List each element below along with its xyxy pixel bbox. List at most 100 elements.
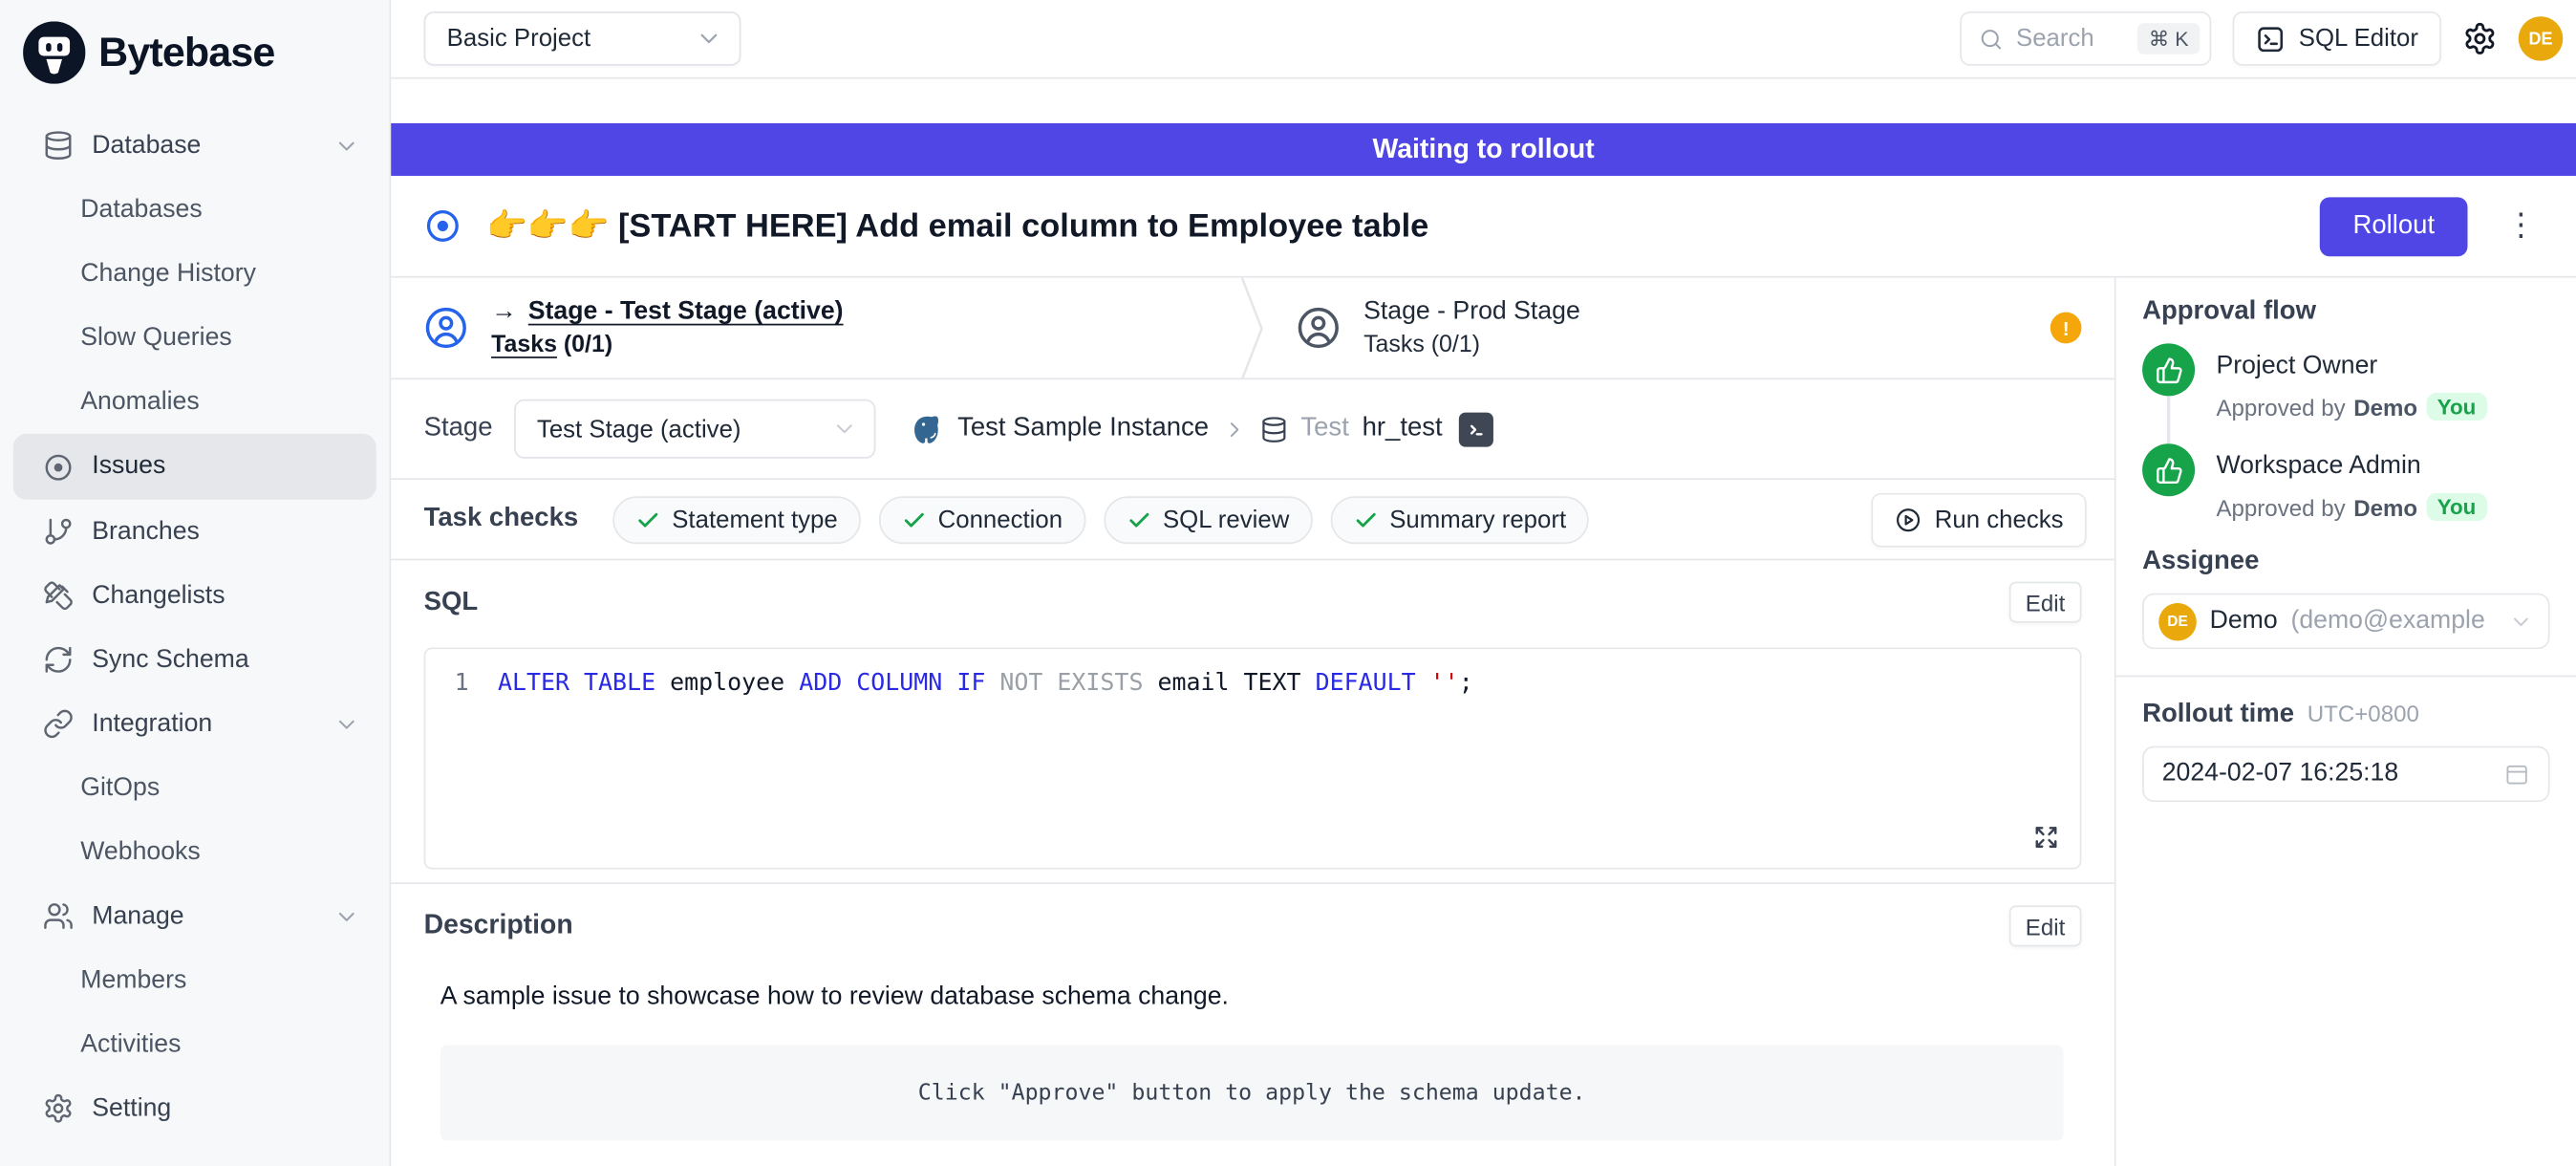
project-select[interactable]: Basic Project [424,11,741,66]
sidebar-item-anomalies[interactable]: Anomalies [0,370,389,434]
stage-tasks-count: Tasks (0/1) [1363,332,1480,358]
stage-title: Stage - Test Stage (active) [528,297,844,327]
stage-flow: → Stage - Test Stage (active) Tasks (0/1… [391,278,2114,380]
description-text: A sample issue to showcase how to review… [440,982,2082,1012]
current-stage-arrow: → [491,297,517,327]
rollout-time-input[interactable]: 2024-02-07 16:25:18 [2142,746,2549,802]
stage-separator [1240,278,1263,380]
sql-statement: ALTER TABLE employee ADD COLUMN IF NOT E… [498,671,1473,698]
line-number: 1 [425,671,498,698]
postgresql-icon [910,412,944,446]
rollout-time-label: Rollout time [2142,700,2294,729]
sidebar-item-slow-queries[interactable]: Slow Queries [0,306,389,370]
description-edit-button[interactable]: Edit [2009,905,2082,946]
sync-icon [43,644,75,676]
sidebar-item-gitops[interactable]: GitOps [0,756,389,820]
gear-icon [43,1092,75,1124]
sidebar-item-webhooks[interactable]: Webhooks [0,820,389,884]
instance-link[interactable]: Test Sample Instance [957,414,1209,443]
spacer [391,79,2576,123]
warning-icon: ! [2050,313,2082,344]
sidebar-item-sync-schema[interactable]: Sync Schema [0,628,389,692]
sidebar-item-setting[interactable]: Setting [0,1076,389,1140]
assignee-select[interactable]: DE Demo (demo@example [2142,594,2549,649]
stage-selector-row: Stage Test Stage (active) Test Sample In… [391,379,2114,480]
sidebar-item-changelists[interactable]: Changelists [0,564,389,628]
sql-section: SQL Edit 1 ALTER TABLE employee ADD COLU… [391,560,2114,869]
check-summary-report[interactable]: Summary report [1330,495,1589,543]
sql-label: SQL [424,588,479,617]
database-breadcrumb: Test Sample Instance Test hr_test [910,412,1493,446]
check-icon [635,507,660,531]
check-connection[interactable]: Connection [879,495,1085,543]
sql-editor[interactable]: 1 ALTER TABLE employee ADD COLUMN IF NOT… [424,647,2082,869]
bytebase-logo-icon [23,21,85,83]
stage-tasks-link[interactable]: Tasks [491,332,557,358]
sidebar: Bytebase Database Databases Change Histo… [0,0,391,1166]
open-sql-editor-icon[interactable] [1459,412,1493,446]
sidebar-nav: Database Databases Change History Slow Q… [0,100,389,1140]
play-circle-icon [1894,506,1921,533]
sql-edit-button[interactable]: Edit [2009,582,2082,623]
check-icon [1353,507,1378,531]
assignee-name: Demo [2210,606,2278,636]
stage-select-label: Stage [424,414,493,443]
chevron-down-icon [333,903,360,930]
description-code-block: Click "Approve" button to apply the sche… [440,1046,2064,1141]
search-input[interactable] [2016,25,2114,53]
chevron-down-icon [695,25,722,53]
divider [2116,676,2576,678]
approval-role: Project Owner [2216,352,2487,381]
sidebar-item-manage[interactable]: Manage [0,884,389,948]
sql-editor-button[interactable]: SQL Editor [2233,11,2441,66]
approval-flow-title: Approval flow [2142,297,2549,327]
approver-name: Demo [2353,394,2417,421]
chevron-down-icon [333,711,360,738]
pencil-ruler-icon [43,580,75,612]
stage-select[interactable]: Test Stage (active) [514,399,875,459]
stage-title: Stage - Prod Stage [1363,297,1580,327]
user-avatar[interactable]: DE [2519,16,2563,60]
rollout-button[interactable]: Rollout [2320,196,2467,255]
search-icon [1978,26,2005,53]
expand-icon[interactable] [2032,823,2060,851]
issue-title-row: 👉👉👉 [START HERE] Add email column to Emp… [391,176,2576,278]
topbar: Basic Project ⌘ K SQL Editor DE [391,0,2576,79]
check-statement-type[interactable]: Statement type [612,495,860,543]
app-viewport: Bytebase Database Databases Change Histo… [0,0,2576,1166]
database-link[interactable]: hr_test [1363,414,1443,443]
approved-by-prefix: Approved by [2216,494,2345,521]
kebab-menu-icon[interactable]: ⋮ [2499,207,2543,246]
database-icon [43,130,75,162]
sidebar-item-members[interactable]: Members [0,948,389,1012]
search-box[interactable]: ⌘ K [1961,11,2212,66]
sidebar-item-issues[interactable]: Issues [13,434,376,500]
approval-role: Workspace Admin [2216,452,2487,482]
you-badge: You [2426,393,2488,421]
users-icon [43,900,75,932]
check-sql-review[interactable]: SQL review [1104,495,1312,543]
calendar-icon[interactable] [2503,761,2530,788]
issue-icon [43,451,75,483]
stage-test-stage[interactable]: → Stage - Test Stage (active) Tasks (0/1… [391,278,1240,378]
sidebar-item-change-history[interactable]: Change History [0,242,389,306]
link-icon [43,708,75,740]
environment-label: Test [1300,414,1348,443]
check-icon [902,507,927,531]
assignee-label: Assignee [2142,548,2549,577]
database-icon [1259,415,1287,443]
sidebar-item-databases[interactable]: Databases [0,178,389,242]
run-checks-button[interactable]: Run checks [1871,492,2087,547]
description-label: Description [424,911,573,942]
issue-status-icon [424,207,462,246]
settings-gear-icon[interactable] [2462,21,2497,55]
sidebar-item-integration[interactable]: Integration [0,692,389,756]
approval-step: Workspace Admin Approved by Demo You [2142,443,2549,528]
bytebase-logo[interactable]: Bytebase [0,0,389,100]
chevron-down-icon [333,132,360,159]
stage-tasks-count: (0/1) [564,332,612,358]
stage-prod-stage[interactable]: Stage - Prod Stage Tasks (0/1) [1263,278,2050,378]
sidebar-item-activities[interactable]: Activities [0,1012,389,1076]
sidebar-item-branches[interactable]: Branches [0,500,389,564]
sidebar-item-database[interactable]: Database [0,114,389,178]
